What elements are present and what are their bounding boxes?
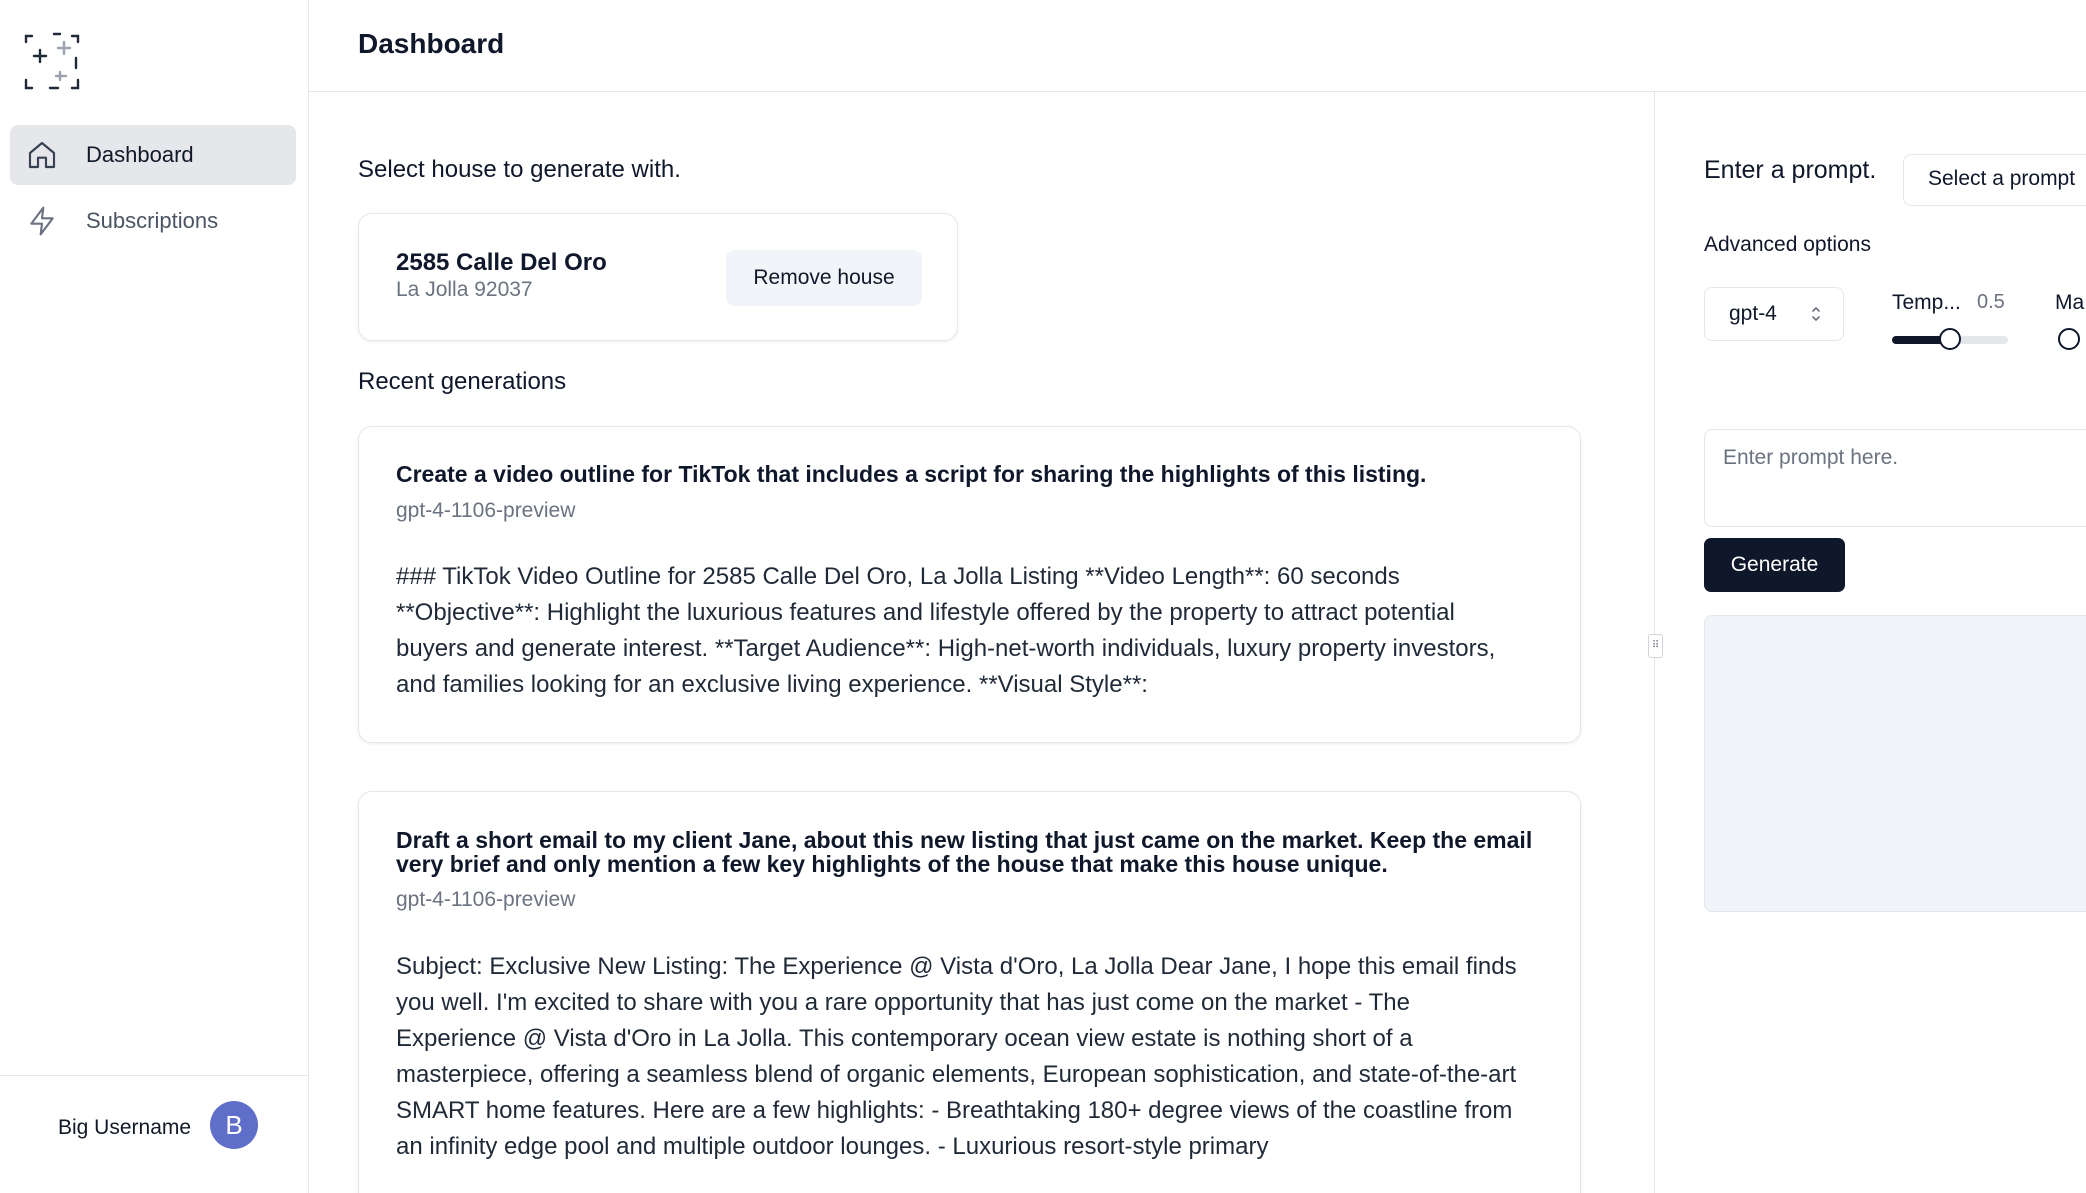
generation-model: gpt-4-1106-preview: [396, 888, 576, 911]
advanced-options-label: Advanced options: [1704, 233, 1871, 256]
house-address: 2585 Calle Del Oro: [396, 249, 607, 276]
avatar[interactable]: B: [210, 1101, 258, 1149]
sidebar-item-subscriptions[interactable]: Subscriptions: [10, 191, 296, 251]
house-city: La Jolla 92037: [396, 278, 533, 301]
sidebar: Dashboard Subscriptions Big Username B: [0, 0, 309, 1193]
output-area: [1704, 615, 2086, 912]
select-house-label: Select house to generate with.: [358, 156, 681, 183]
remove-house-button[interactable]: Remove house: [726, 250, 922, 306]
username[interactable]: Big Username: [58, 1116, 191, 1140]
home-icon: [24, 137, 60, 173]
temperature-slider[interactable]: [1892, 328, 2008, 350]
prompt-template-select[interactable]: Select a prompt: [1903, 154, 2086, 206]
generation-output: Subject: Exclusive New Listing: The Expe…: [396, 953, 1517, 1160]
generation-prompt: Create a video outline for TikTok that i…: [396, 461, 1427, 487]
sidebar-item-dashboard[interactable]: Dashboard: [10, 125, 296, 185]
generation-output: ### TikTok Video Outline for 2585 Calle …: [396, 563, 1496, 698]
temperature-slider-thumb[interactable]: [1939, 328, 1961, 350]
lightning-icon: [24, 203, 60, 239]
model-select-value: gpt-4: [1729, 302, 1777, 325]
prompt-input[interactable]: Enter prompt here.: [1704, 429, 2086, 527]
sidebar-item-label: Dashboard: [86, 142, 194, 167]
model-select[interactable]: gpt-4: [1704, 287, 1844, 341]
generate-button[interactable]: Generate: [1704, 538, 1845, 592]
main-content: Select house to generate with. 2585 Call…: [309, 92, 1655, 1193]
prompt-label: Enter a prompt.: [1704, 156, 1877, 184]
sidebar-item-label: Subscriptions: [86, 208, 219, 233]
generation-card[interactable]: Create a video outline for TikTok that i…: [358, 426, 1581, 743]
prompt-panel: Enter a prompt. Select a prompt Advanced…: [1655, 92, 2086, 1193]
generation-model: gpt-4-1106-preview: [396, 499, 576, 522]
generation-prompt: Draft a short email to my client Jane, a…: [396, 827, 1533, 877]
page-title: Dashboard: [358, 28, 505, 59]
top-bar: Dashboard: [309, 0, 2086, 92]
recent-generations-label: Recent generations: [358, 368, 567, 395]
max-tokens-slider-thumb[interactable]: [2058, 328, 2080, 350]
temperature-label: Temp...: [1892, 291, 1961, 314]
chevron-up-down-icon: [1810, 304, 1822, 324]
temperature-value: 0.5: [1977, 291, 2005, 313]
house-card: 2585 Calle Del Oro La Jolla 92037 Remove…: [358, 213, 958, 341]
generation-card[interactable]: Draft a short email to my client Jane, a…: [358, 791, 1581, 1193]
user-footer: Big Username B: [0, 1075, 309, 1193]
max-tokens-label: Ma: [2055, 291, 2085, 314]
logo-icon[interactable]: [20, 28, 88, 96]
